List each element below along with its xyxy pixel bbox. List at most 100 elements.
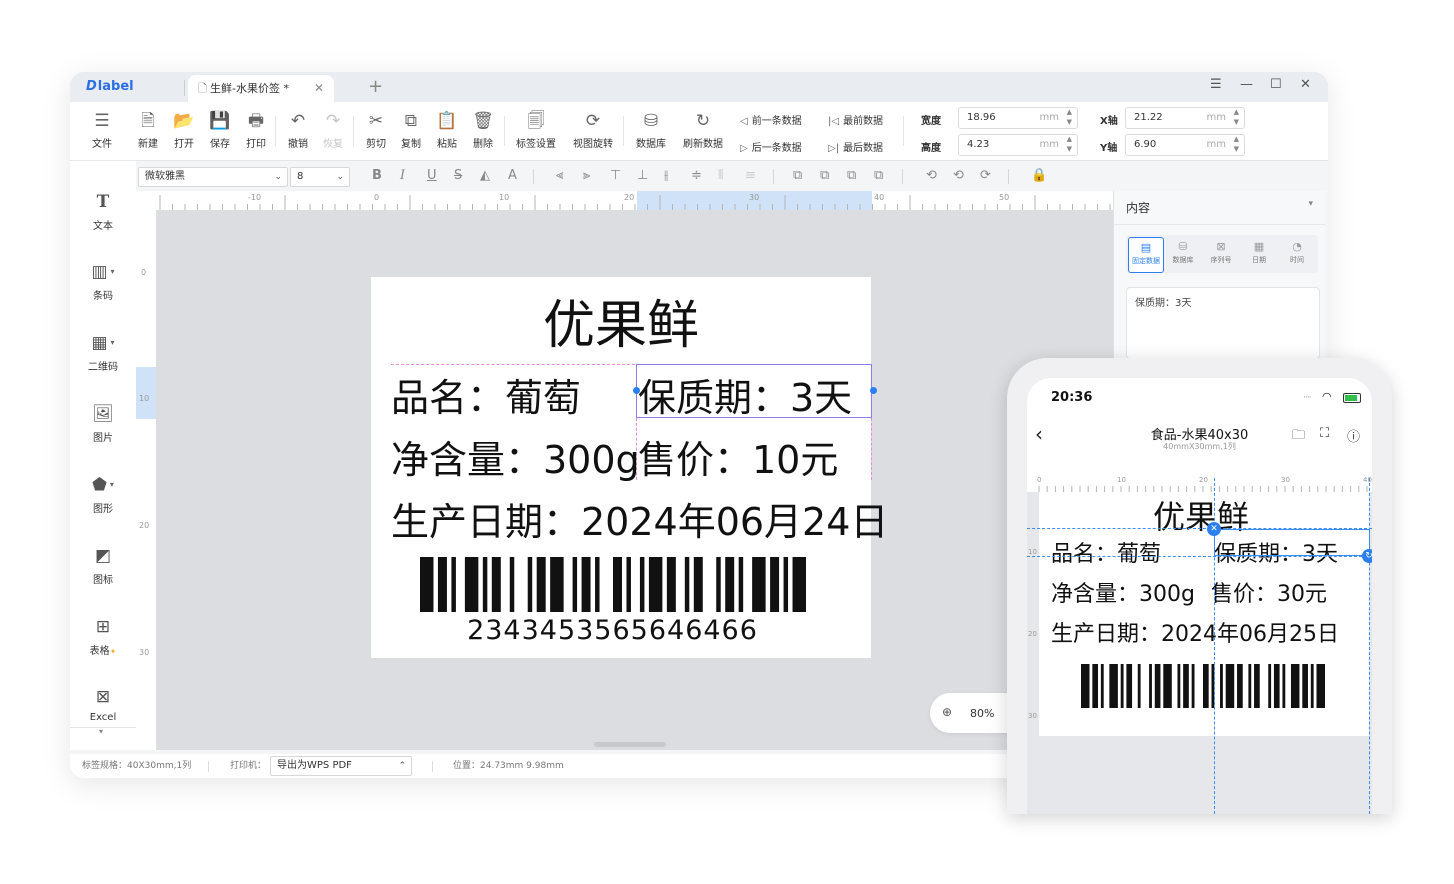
underline-icon[interactable]: U: [427, 168, 437, 184]
next-record-button[interactable]: ▷ 后一条数据: [740, 139, 802, 154]
align-right-icon[interactable]: ⫸: [583, 168, 590, 184]
distribute-v-icon[interactable]: ≡: [745, 168, 756, 184]
x-axis-field[interactable]: 21.22 mm ▲ ▼: [1125, 107, 1245, 129]
resize-handle[interactable]: [870, 387, 877, 394]
barcode[interactable]: [420, 557, 806, 612]
y-axis-field[interactable]: 6.90 mm ▲ ▼: [1125, 134, 1245, 156]
label-shelf-text[interactable]: 保质期：3天: [638, 367, 852, 422]
sidebar-item-shape[interactable]: ⬟ ▾ 图形: [70, 474, 136, 515]
cut-button[interactable]: ✂ 剪切: [356, 110, 396, 150]
bring-forward-icon[interactable]: ⧉: [847, 168, 856, 184]
first-record-button[interactable]: |◁ 最前数据: [828, 112, 883, 127]
italic-icon[interactable]: I: [400, 168, 405, 184]
tab-fixed-data[interactable]: ▤ 固定数据: [1128, 237, 1164, 273]
rotate-270-icon[interactable]: ⟳: [980, 168, 991, 184]
align-top-icon[interactable]: ⊤: [610, 168, 621, 184]
label-settings-button[interactable]: 🗐 标签设置: [516, 110, 556, 150]
height-field[interactable]: 4.23 mm ▲ ▼: [958, 134, 1078, 156]
sidebar-item-excel[interactable]: ⊠ Excel: [70, 686, 136, 723]
view-rotate-button[interactable]: ⟳ 视图旋转: [573, 110, 613, 150]
redo-button[interactable]: ↷ 恢复: [313, 110, 353, 150]
printer-icon: 🖶: [247, 111, 265, 131]
distribute-h-icon[interactable]: ⫴: [718, 168, 723, 184]
paste-button[interactable]: 📋 粘贴: [427, 110, 467, 150]
undo-button[interactable]: ↶ 撤销: [278, 110, 318, 150]
document-tab[interactable]: 🗋 生鲜-水果价签 * ✕: [188, 75, 334, 102]
spinner-icon[interactable]: ▲ ▼: [1067, 107, 1072, 127]
label-net-text[interactable]: 净含量：300g: [391, 429, 640, 484]
sidebar-item-table[interactable]: ⊞ 表格✦: [70, 616, 136, 657]
font-size-select[interactable]: 8 ⌄: [290, 167, 350, 187]
tab-time[interactable]: ◔ 时间: [1280, 237, 1314, 271]
send-back-icon[interactable]: ⧉: [820, 168, 829, 184]
tab-date[interactable]: ▦ 日期: [1242, 237, 1276, 271]
save-button[interactable]: 💾 保存: [200, 110, 240, 150]
content-textarea[interactable]: 保质期：3天: [1126, 287, 1320, 359]
width-field[interactable]: 18.96 mm ▲ ▼: [958, 107, 1078, 129]
rotate-handle-icon[interactable]: ↻: [1362, 549, 1372, 563]
zoom-control[interactable]: ⊕ 80%: [930, 693, 1010, 733]
spinner-icon[interactable]: ▲ ▼: [1234, 134, 1239, 154]
phone-selection-box[interactable]: [1214, 529, 1370, 556]
send-backward-icon[interactable]: ⧉: [874, 168, 883, 184]
align-left-icon[interactable]: ⫷: [556, 168, 563, 184]
spinner-icon[interactable]: ▲ ▼: [1067, 134, 1072, 154]
text-scale-icon[interactable]: ◭: [480, 168, 490, 184]
maximize-button[interactable]: ☐: [1270, 77, 1282, 92]
label-date-text[interactable]: 生产日期：2024年06月24日: [391, 491, 888, 546]
align-bottom-icon[interactable]: ⊥: [637, 168, 648, 184]
expand-icon[interactable]: ⛶: [1320, 426, 1329, 441]
open-button[interactable]: 📂 打开: [164, 110, 204, 150]
phone-label-price[interactable]: 售价：30元: [1211, 576, 1327, 608]
phone-label-net[interactable]: 净含量：300g: [1051, 576, 1195, 608]
new-tab-button[interactable]: +: [368, 76, 383, 97]
phone-label-name[interactable]: 品名：葡萄: [1051, 536, 1161, 568]
phone-barcode[interactable]: [1081, 664, 1325, 708]
label-price-text[interactable]: 售价：10元: [638, 429, 838, 484]
horizontal-scrollbar[interactable]: [594, 742, 666, 747]
printer-select[interactable]: 导出为WPS PDF ⌃: [270, 756, 412, 776]
chevron-down-icon[interactable]: ▾: [1308, 199, 1313, 209]
folder-icon[interactable]: 🗀: [1292, 426, 1305, 448]
folder-icon: 📂: [173, 111, 195, 131]
label-title[interactable]: 优果鲜: [543, 283, 699, 358]
rotate-90-icon[interactable]: ⟲: [926, 168, 937, 184]
bold-icon[interactable]: B: [372, 168, 382, 184]
close-tab-icon[interactable]: ✕: [314, 75, 324, 102]
info-icon[interactable]: ⓘ: [1347, 426, 1360, 445]
label-preview[interactable]: 优果鲜 品名：葡萄 保质期：3天 净含量：300g 售价：10元 生产日期：20…: [371, 277, 888, 658]
new-button[interactable]: 🗎 新建: [128, 110, 168, 150]
font-style-icon[interactable]: A: [508, 168, 517, 184]
file-button[interactable]: ☰ 文件: [82, 110, 122, 150]
tab-serial[interactable]: ⊠ 序列号: [1204, 237, 1238, 271]
bring-front-icon[interactable]: ⧉: [793, 168, 802, 184]
sidebar-more-icon[interactable]: ▾: [99, 727, 103, 736]
database-button[interactable]: ⛁ 数据库: [631, 110, 671, 150]
sidebar-item-text[interactable]: T 文本: [70, 191, 136, 232]
copy-button[interactable]: ⧉ 复制: [391, 110, 431, 150]
print-button[interactable]: 🖶 打印: [236, 110, 276, 150]
align-center-v-icon[interactable]: ≑: [691, 168, 702, 184]
prev-record-button[interactable]: ◁ 前一条数据: [740, 112, 802, 127]
delete-element-icon[interactable]: ✕: [1207, 522, 1221, 536]
menu-icon[interactable]: ☰: [1210, 77, 1222, 92]
zoom-icon[interactable]: ⊕: [942, 705, 952, 719]
sidebar-item-qrcode[interactable]: ▦ ▾ 二维码: [70, 332, 136, 373]
phone-label-date[interactable]: 生产日期：2024年06月25日: [1051, 616, 1339, 648]
font-family-select[interactable]: 微软雅黑 ⌄: [138, 167, 288, 187]
close-window-button[interactable]: ✕: [1300, 77, 1311, 92]
rotate-180-icon[interactable]: ⟲: [953, 168, 964, 184]
minimize-button[interactable]: —: [1240, 77, 1253, 92]
sidebar-item-image[interactable]: 🖼 图片: [70, 403, 136, 444]
strikethrough-icon[interactable]: S: [454, 168, 462, 184]
sidebar-item-barcode[interactable]: ▥ ▾ 条码: [70, 261, 136, 302]
refresh-data-button[interactable]: ↻ 刷新数据: [683, 110, 723, 150]
tab-database[interactable]: ⛁ 数据库: [1166, 237, 1200, 271]
last-record-button[interactable]: ▷| 最后数据: [828, 139, 883, 154]
align-center-h-icon[interactable]: ⫲: [664, 168, 668, 184]
spinner-icon[interactable]: ▲ ▼: [1234, 107, 1239, 127]
lock-icon[interactable]: 🔒: [1031, 168, 1047, 184]
label-name-text[interactable]: 品名：葡萄: [391, 367, 581, 422]
sidebar-item-icon[interactable]: ◩ 图标: [70, 545, 136, 586]
delete-button[interactable]: 🗑 删除: [463, 110, 503, 150]
